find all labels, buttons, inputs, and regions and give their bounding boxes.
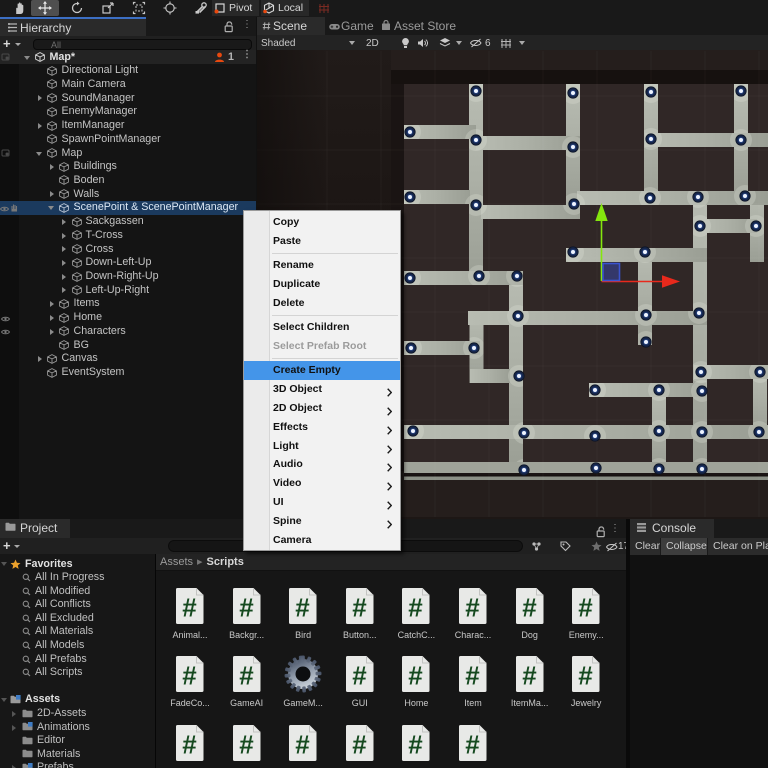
svg-text:#: # [295,729,310,759]
svg-text:#: # [522,661,537,691]
svg-text:#: # [465,729,480,759]
svg-text:#: # [352,661,367,691]
svg-text:#: # [465,661,480,691]
svg-text:#: # [578,661,593,691]
svg-text:#: # [239,592,254,622]
svg-text:#: # [182,661,197,691]
svg-text:#: # [295,592,310,622]
svg-text:#: # [239,729,254,759]
svg-text:#: # [578,592,593,622]
svg-text:#: # [182,592,197,622]
svg-text:#: # [409,661,424,691]
svg-text:#: # [409,592,424,622]
svg-text:#: # [465,592,480,622]
svg-text:#: # [522,592,537,622]
svg-text:#: # [182,729,197,759]
svg-text:#: # [352,592,367,622]
svg-text:#: # [239,661,254,691]
svg-text:#: # [352,729,367,759]
svg-text:#: # [409,729,424,759]
